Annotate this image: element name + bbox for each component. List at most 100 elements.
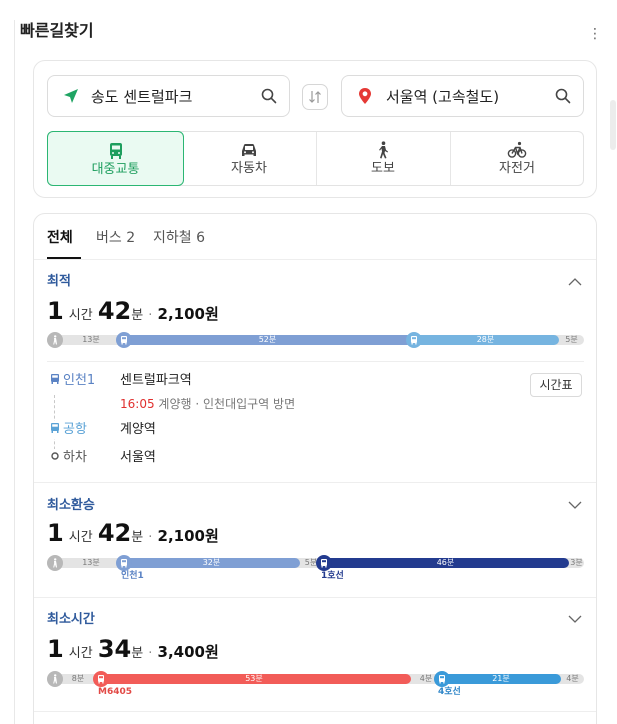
walk-icon: [47, 332, 63, 348]
search-card: 송도 센트럴파크 서울역 (고속철도) 대중교통 자동차 도보 자전거: [33, 60, 597, 198]
route-filter-tabs: 전체 버스 2 지하철 6: [34, 214, 596, 260]
timeline-walk-segment: 5분: [565, 335, 578, 344]
navigation-arrow-icon: [64, 89, 78, 103]
mode-car[interactable]: 자동차: [182, 132, 316, 185]
duration-minutes-unit: 분: [131, 646, 144, 661]
step-mode-alight: 하차: [49, 449, 87, 467]
bus-icon: [116, 332, 132, 348]
bus-icon: [116, 555, 132, 571]
bus-icon: [51, 374, 59, 384]
duration-minutes-unit: 분: [131, 530, 144, 545]
timeline-bus-segment: 53분: [97, 674, 411, 684]
direction-text: 계양행 · 인천대입구역 방면: [158, 397, 296, 411]
panel-border: [14, 20, 15, 724]
mode-bicycle[interactable]: 자전거: [450, 132, 584, 185]
route-results: 전체 버스 2 지하철 6 최적 1 시간 42분 · 2,100원 13분 5…: [33, 213, 597, 724]
swap-icon: [309, 91, 321, 103]
more-options-icon[interactable]: ⋮: [588, 24, 602, 44]
route-label: 최적: [47, 274, 71, 289]
step-station: 서울역: [120, 450, 156, 465]
route-timeline-bar: 13분 52분 28분 5분: [47, 332, 584, 348]
origin-field[interactable]: 송도 센트럴파크: [47, 75, 290, 117]
bus-icon: [406, 332, 422, 348]
bicycle-icon: [507, 141, 527, 158]
timetable-button[interactable]: 시간표: [530, 373, 582, 397]
car-icon: [242, 144, 256, 156]
duration-hours: 1: [47, 519, 64, 547]
search-icon[interactable]: [261, 88, 277, 104]
destination-field[interactable]: 서울역 (고속철도): [341, 75, 584, 117]
tab-all[interactable]: 전체: [47, 228, 73, 248]
route-timeline-bar: 13분 32분 5분 46분 3분: [47, 555, 584, 571]
walk-icon: [47, 671, 63, 687]
mode-label: 자동차: [231, 161, 267, 176]
mode-walk[interactable]: 도보: [316, 132, 450, 185]
chevron-down-icon[interactable]: [568, 614, 582, 624]
duration-minutes: 42: [97, 519, 132, 547]
segment-line-name: M6405: [98, 687, 133, 697]
route-duration-price: 1 시간 34분 · 3,400원: [47, 634, 219, 664]
duration-hours-unit: 시간: [68, 530, 93, 545]
separator: ·: [148, 308, 153, 323]
timeline-subway-segment: 21분: [441, 674, 561, 684]
segment-line-name: 4호선: [438, 687, 461, 697]
walk-icon: [47, 555, 63, 571]
swap-button[interactable]: [302, 84, 328, 110]
origin-text: 송도 센트럴파크: [91, 88, 193, 106]
divider: [34, 597, 596, 598]
tab-bus[interactable]: 버스 2: [96, 228, 135, 248]
step-station: 계양역: [120, 422, 156, 437]
duration-minutes-unit: 분: [131, 308, 144, 323]
divider: [34, 711, 596, 712]
fare: 2,100원: [157, 527, 219, 545]
search-icon[interactable]: [555, 88, 571, 104]
timeline-walk-segment: 4분: [566, 674, 579, 683]
divider: [34, 482, 596, 483]
duration-hours-unit: 시간: [68, 308, 93, 323]
timeline-bus-segment: 32분: [123, 558, 300, 568]
departure-time: 16:05: [120, 397, 155, 411]
subway-icon: [434, 671, 450, 687]
tab-subway[interactable]: 지하철 6: [153, 228, 205, 248]
page-title: 빠른길찾기: [20, 21, 94, 40]
chevron-up-icon[interactable]: [568, 277, 582, 287]
route-duration-price: 1 시간 42분 · 2,100원: [47, 296, 219, 326]
duration-minutes: 42: [97, 297, 132, 325]
scrollbar-thumb[interactable]: [610, 100, 616, 150]
walk-icon: [379, 141, 388, 159]
chevron-down-icon[interactable]: [568, 500, 582, 510]
timeline-bus-segment: 52분: [123, 335, 412, 345]
segment-line-name: 1호선: [321, 571, 344, 581]
route-timeline-bar: 8분 53분 4분 21분 4분: [47, 671, 584, 687]
timeline-walk-segment: 3분: [570, 558, 583, 567]
divider: [47, 361, 584, 362]
mode-transit[interactable]: 대중교통: [47, 131, 184, 186]
timeline-subway-segment: 46분: [322, 558, 569, 568]
step-mode-airport: 공항: [49, 421, 87, 439]
timeline-bus-segment: 28분: [412, 335, 559, 345]
circle-icon: [51, 452, 59, 460]
separator: ·: [148, 646, 153, 661]
bus-icon: [109, 143, 122, 159]
step-mode-incheon1: 인천1: [49, 372, 96, 390]
fare: 3,400원: [157, 643, 219, 661]
location-pin-icon: [359, 88, 371, 104]
mode-label: 도보: [371, 161, 395, 176]
segment-line-name: 인천1: [121, 571, 144, 581]
directions-panel: 빠른길찾기 ⋮ 송도 센트럴파크 서울역 (고속철도) 대중교통 자동차 도보 …: [0, 0, 617, 724]
destination-text: 서울역 (고속철도): [386, 88, 500, 106]
duration-hours: 1: [47, 635, 64, 663]
bus-icon: [51, 423, 59, 433]
duration-minutes: 34: [97, 635, 132, 663]
mode-label: 대중교통: [91, 162, 140, 177]
subway-icon: [316, 555, 332, 571]
active-tab-indicator: [47, 257, 81, 259]
duration-hours-unit: 시간: [68, 646, 93, 661]
step-station: 센트럴파크역: [120, 373, 192, 388]
transport-mode-selector: 대중교통 자동차 도보 자전거: [47, 131, 584, 186]
step-departure-info: 16:05 계양행 · 인천대입구역 방면: [120, 396, 295, 412]
route-label: 최소환승: [47, 498, 95, 513]
duration-hours: 1: [47, 297, 64, 325]
fare: 2,100원: [157, 305, 219, 323]
bus-icon: [93, 671, 109, 687]
